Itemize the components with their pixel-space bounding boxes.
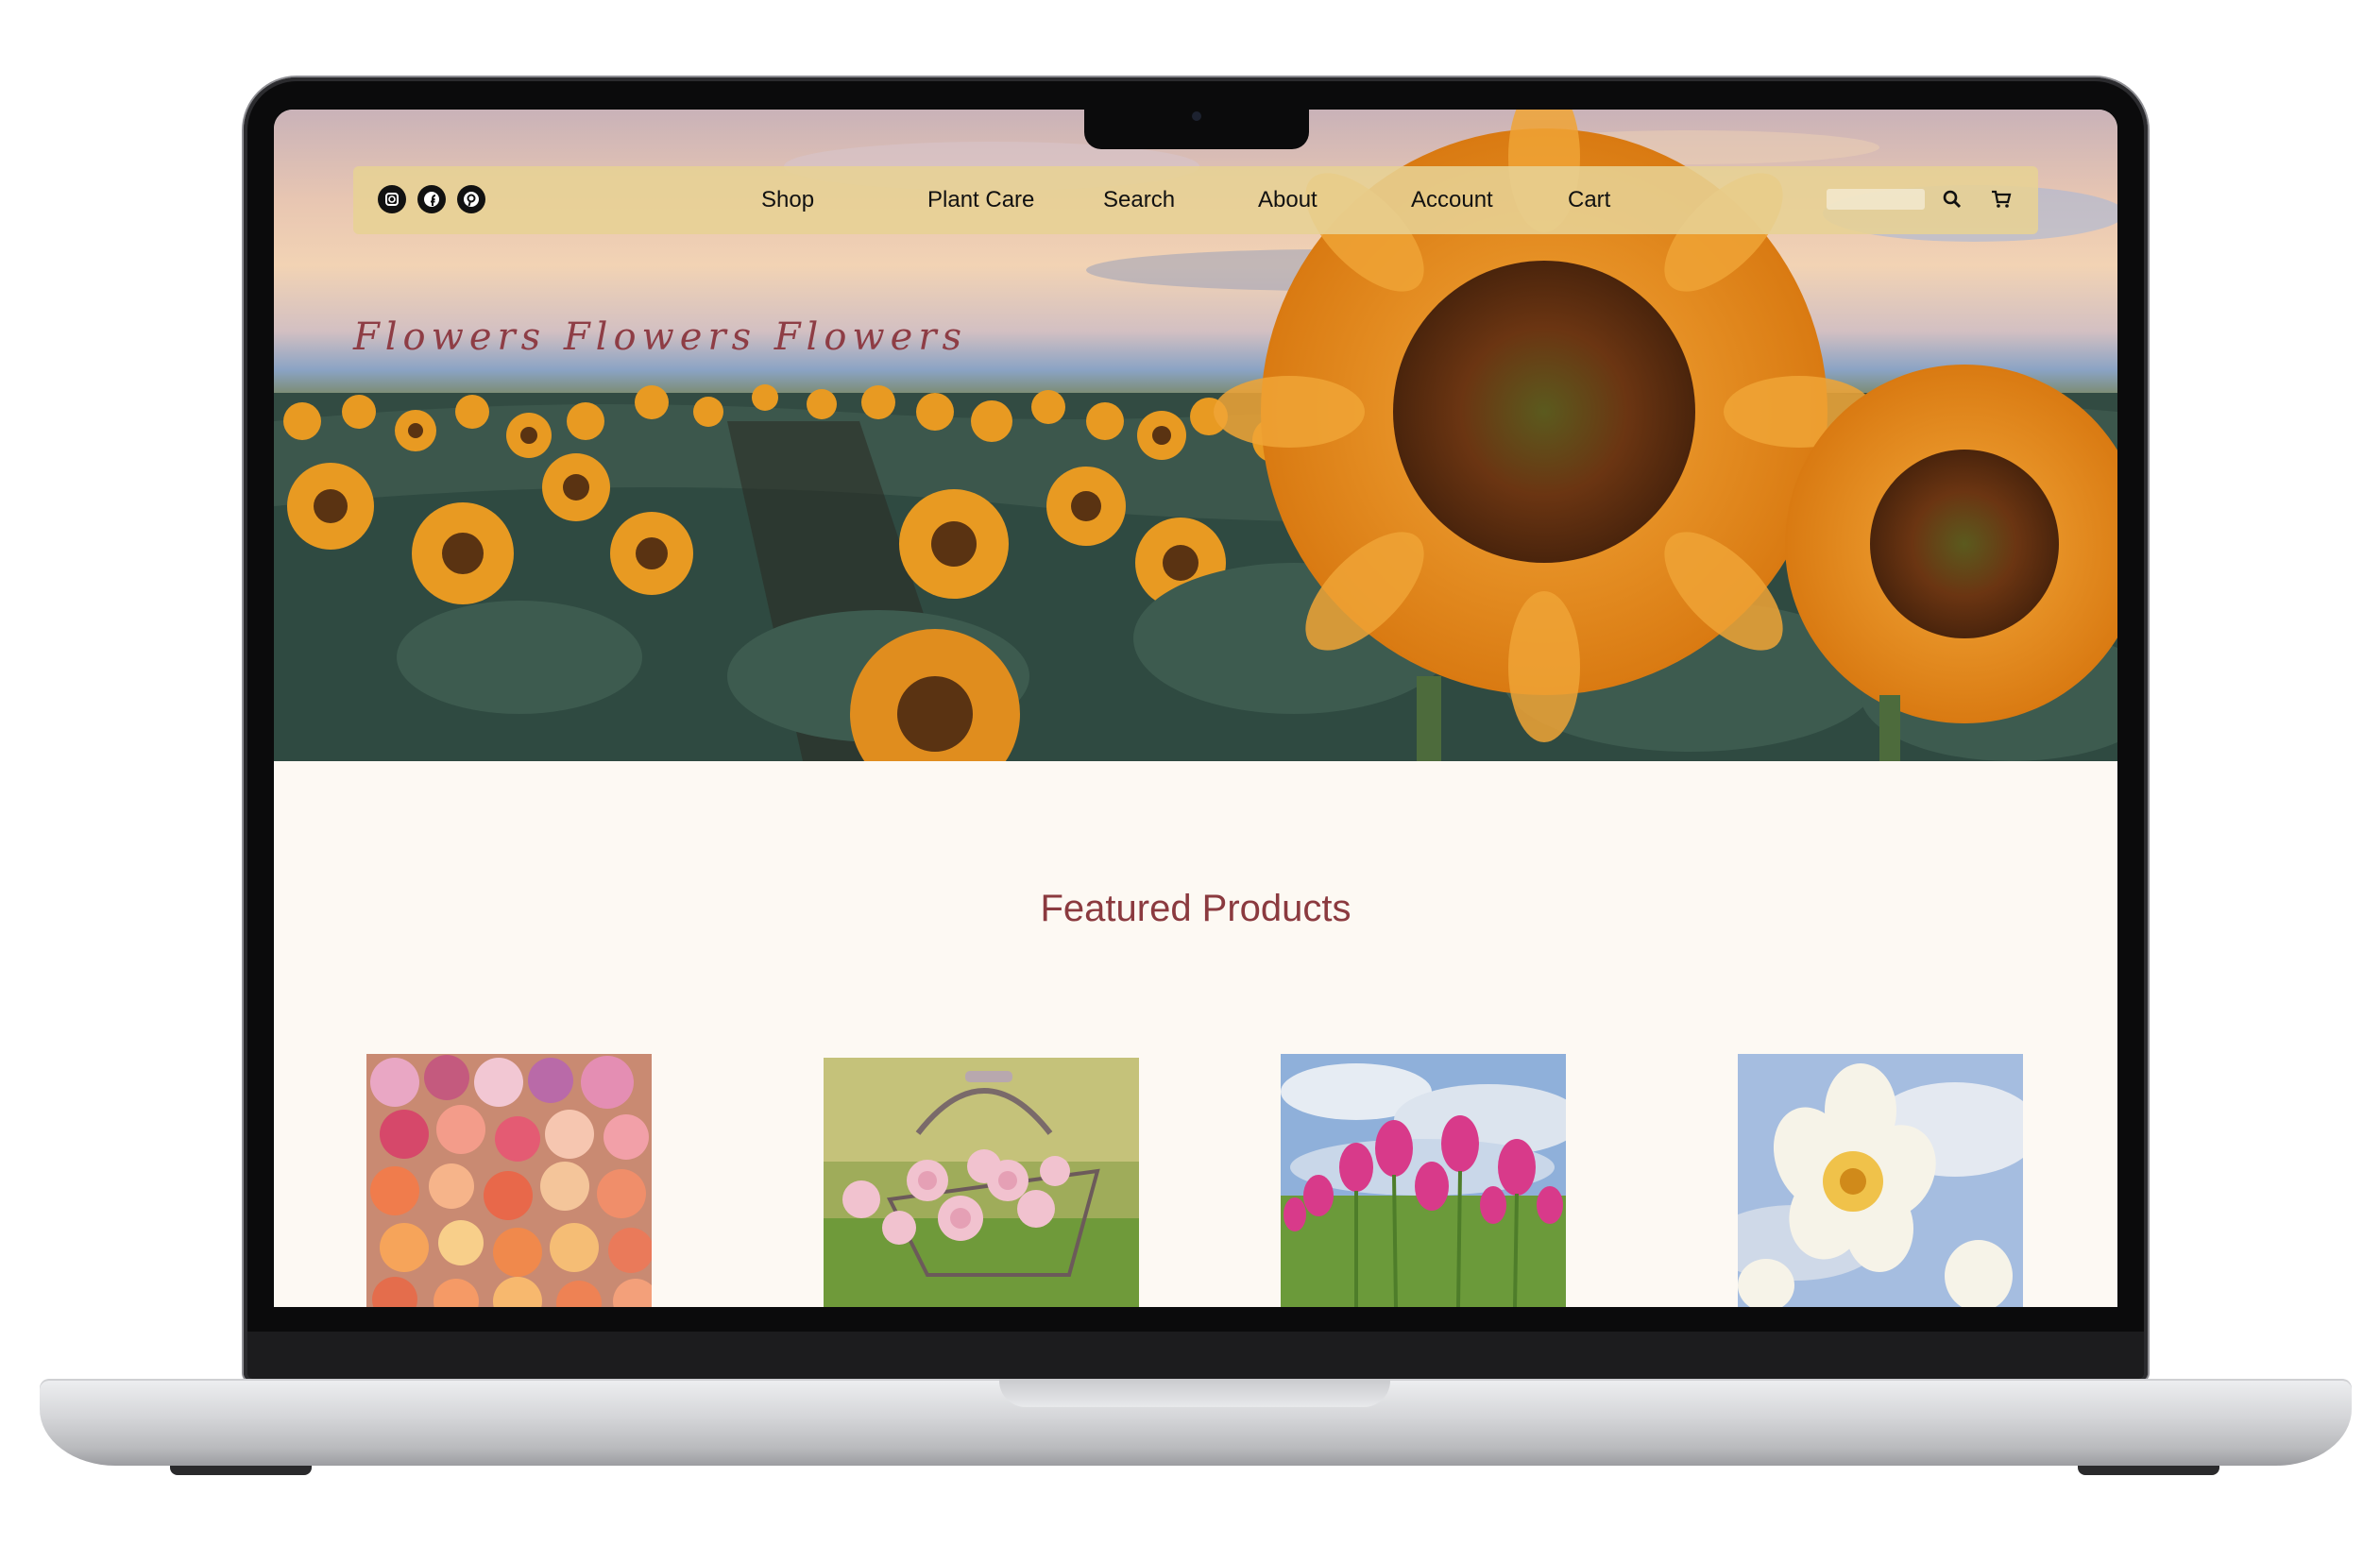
pinterest-icon[interactable]	[457, 185, 485, 213]
product-image-dahlias[interactable]	[366, 1054, 652, 1307]
hero-title: Flowers Flowers Flowers	[353, 315, 967, 359]
nav-link-search[interactable]: Search	[1103, 187, 1175, 213]
featured-products-heading: Featured Products	[1040, 888, 1352, 929]
nav-link-account[interactable]: Account	[1411, 187, 1493, 213]
product-image-tulips[interactable]	[1281, 1054, 1566, 1307]
search-icon[interactable]	[1940, 187, 1964, 212]
laptop-screen: Flowers Flowers Flowers Shop Plant Care …	[274, 110, 2117, 1307]
nav-link-shop[interactable]: Shop	[761, 187, 814, 213]
nav-link-cart[interactable]: Cart	[1568, 187, 1610, 213]
cart-icon[interactable]	[1989, 187, 2014, 212]
laptop-base-notch	[999, 1379, 1390, 1407]
nav-link-about[interactable]: About	[1258, 187, 1318, 213]
product-image-rose-basket[interactable]	[824, 1058, 1139, 1307]
navigation-bar: Shop Plant Care Search About Account Car…	[353, 166, 2038, 234]
search-input[interactable]	[1827, 189, 1925, 210]
laptop-chin	[247, 1332, 2144, 1379]
instagram-icon[interactable]	[378, 185, 406, 213]
nav-link-plant-care[interactable]: Plant Care	[927, 187, 1034, 213]
camera-icon	[1192, 111, 1201, 121]
product-image-daffodils[interactable]	[1738, 1054, 2023, 1307]
facebook-icon[interactable]	[417, 185, 446, 213]
laptop-foot-right	[2078, 1466, 2219, 1475]
laptop-foot-left	[170, 1466, 312, 1475]
